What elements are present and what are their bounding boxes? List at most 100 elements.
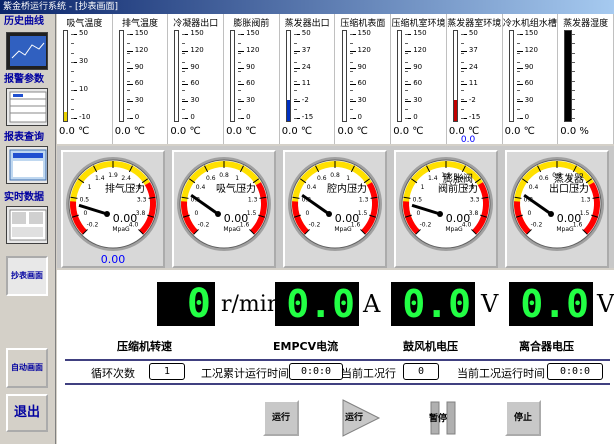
run-button[interactable]: 运行 — [263, 400, 299, 436]
realtime-data-thumbnail[interactable] — [6, 206, 48, 244]
empcv-current-unit: A — [363, 290, 381, 318]
tick-label: 30 — [413, 96, 423, 105]
minor-tick — [182, 108, 186, 110]
thermometer-name: 吸气温度 — [66, 19, 103, 29]
thermometer-value: 0.0 ℃ — [59, 126, 90, 137]
minor-tick — [182, 34, 186, 35]
minor-tick — [572, 90, 576, 91]
minor-tick — [516, 108, 520, 110]
gauge-hub — [548, 211, 554, 217]
tick-label: 30 — [246, 96, 256, 105]
pause-button[interactable]: 暂停 — [425, 400, 461, 436]
minor-tick — [126, 71, 130, 73]
tick-mark — [238, 50, 245, 52]
gauge-unit: MpaG — [445, 226, 463, 233]
minor-tick — [238, 118, 242, 119]
cumulative-time-field[interactable]: 0:0:0 — [289, 363, 343, 380]
tick-label: 30 — [524, 96, 534, 105]
gauge-tick-label: 0 — [195, 210, 199, 217]
minor-tick — [572, 80, 576, 82]
gauge-tick-label: 1.4 — [428, 175, 438, 182]
gauge-value: 0.00 — [335, 212, 360, 225]
compressor-speed-display: 0 — [157, 282, 215, 326]
stop-button[interactable]: 停止 — [505, 400, 541, 436]
sidebar: 历史曲线 报警参数 报表查询 实时数据 抄表画面 自动画面 退出 — [0, 14, 56, 444]
tick-label: 0 — [357, 113, 362, 121]
tick-mark — [126, 67, 133, 69]
thermometer-1: 排气温度 150 120 90 60 30 0 0.0 ℃ — [113, 14, 169, 144]
thermometer-tube — [564, 30, 573, 122]
gauge-unit: MpaG — [223, 226, 241, 233]
tick-label: 37 — [301, 45, 311, 54]
gauge-dial: -0.200.20.40.60.811.11.31.51.6腔内压力0.00Mp… — [288, 157, 382, 251]
cumulative-time-label: 工况累计运行时间 — [201, 367, 289, 380]
tick-mark — [405, 84, 412, 86]
minor-tick — [516, 52, 520, 54]
thermometer-name: 蒸发器湿度 — [563, 19, 609, 29]
minor-tick — [182, 71, 186, 73]
tick-label: 120 — [246, 45, 260, 54]
gauge-tick-label: 0.6 — [317, 175, 327, 182]
thermometer-value: 0.0 ℃ — [170, 126, 201, 137]
tick-mark — [182, 84, 189, 86]
thermometer-tube — [63, 30, 68, 122]
gauge-tick-label: 0.4 — [196, 184, 206, 191]
tick-label: 120 — [524, 45, 538, 54]
minor-tick — [405, 108, 409, 110]
thermometer-fill — [64, 112, 67, 121]
minor-tick — [238, 62, 242, 63]
minor-tick — [238, 108, 242, 110]
current-runtime-field[interactable]: 0:0:0 — [547, 363, 603, 380]
tick-label: 24 — [301, 62, 311, 71]
cycle-count-field[interactable]: 1 — [149, 363, 185, 380]
run-arrow-button[interactable]: 运行 — [341, 398, 381, 438]
minor-tick — [460, 118, 464, 119]
gauge-value: 0.00 — [113, 212, 138, 225]
gauge-tick-label: -0.2 — [198, 222, 210, 229]
tick-label: -15 — [301, 113, 314, 121]
minor-tick — [293, 52, 297, 54]
gauge-tick-label: 1.3 — [359, 196, 369, 203]
current-condition-field[interactable]: 0 — [403, 363, 439, 380]
meter-page-button[interactable]: 抄表画面 — [6, 256, 48, 296]
tick-label: 60 — [413, 79, 423, 88]
tick-label: 30 — [190, 96, 200, 105]
tick-label: 60 — [190, 79, 200, 88]
minor-tick — [572, 71, 576, 73]
minor-tick — [572, 99, 576, 101]
thermometer-4: 蒸发器出口 50 37 24 11 -2 -15 0.0 ℃ — [280, 14, 336, 144]
minor-tick — [126, 62, 130, 63]
realtime-data-label: 实时数据 — [4, 192, 44, 203]
thermometer-6: 压缩机室环境 150 120 90 60 30 0 0.0 ℃ — [391, 14, 447, 144]
minor-tick — [405, 118, 409, 119]
alarm-param-thumbnail[interactable] — [6, 88, 48, 126]
gauge-value: 0.00 — [557, 212, 582, 225]
thermometer-value: 0.0 ℃ — [337, 126, 368, 137]
empcv-current-label: EMPCV电流 — [273, 340, 339, 353]
gauge-readout: 0.00 — [101, 253, 126, 266]
minor-tick — [71, 118, 74, 119]
tick-label: 120 — [134, 45, 149, 54]
auto-page-button[interactable]: 自动画面 — [6, 348, 48, 388]
tick-label: 37 — [468, 45, 478, 54]
minor-tick — [349, 52, 353, 54]
alarm-param-label: 报警参数 — [4, 74, 44, 85]
exit-button[interactable]: 退出 — [6, 394, 48, 432]
separator-voltage-label: 离合器电压 — [519, 340, 574, 353]
tick-mark — [238, 101, 245, 103]
tick-label: 90 — [524, 62, 534, 71]
minor-tick — [238, 71, 242, 73]
gauge-tick-label: 1.3 — [581, 196, 591, 203]
minor-tick — [516, 43, 520, 45]
minor-tick — [293, 62, 297, 63]
minor-tick — [182, 99, 186, 101]
minor-tick — [460, 34, 464, 35]
tick-label: 0 — [524, 113, 530, 121]
gauge-tick-label: 1.4 — [95, 175, 105, 182]
thermometer-3: 膨胀阀前 150 120 90 60 30 0 0.0 ℃ — [224, 14, 280, 144]
thermometer-name: 膨胀阀前 — [233, 19, 270, 29]
report-query-thumbnail[interactable] — [6, 146, 48, 184]
history-curve-thumbnail[interactable] — [6, 32, 48, 70]
gauge-hub — [437, 211, 443, 217]
gauge-dial: -0.200.511.4 1.9 2.42.83.33.84.0排气压力0.00Mp… — [66, 157, 160, 266]
